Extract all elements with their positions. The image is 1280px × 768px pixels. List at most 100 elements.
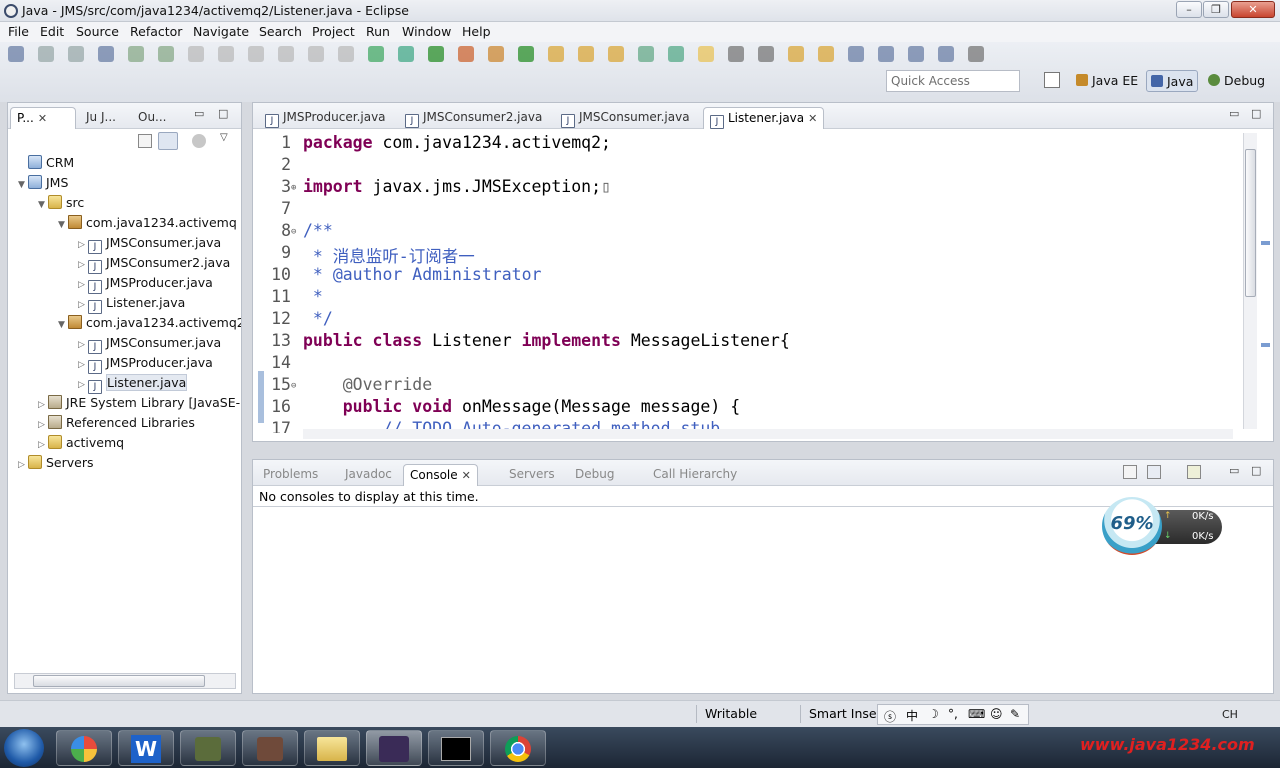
toolbar-icon[interactable] xyxy=(788,46,804,62)
scrollbar-thumb[interactable] xyxy=(33,675,205,687)
fold-toggle-icon[interactable]: ⊕ xyxy=(291,183,296,193)
maximize-view-icon[interactable]: □ xyxy=(218,107,228,120)
toolbar-icon[interactable] xyxy=(158,46,174,62)
tree-item[interactable]: ▼ src xyxy=(38,193,84,213)
tree-toggle-icon[interactable]: ▷ xyxy=(38,435,48,455)
tree-toggle-icon[interactable]: ▷ xyxy=(38,395,48,415)
minimize-view-icon[interactable]: ▭ xyxy=(1229,107,1239,120)
toolbar-icon[interactable] xyxy=(98,46,114,62)
tree-item[interactable]: ▷ J JMSConsumer.java xyxy=(78,333,221,355)
view-menu-icon[interactable] xyxy=(192,134,206,148)
toolbar-icon[interactable] xyxy=(338,46,354,62)
tree-item[interactable]: ▷ J Listener.java xyxy=(78,293,185,315)
toolbar-icon[interactable] xyxy=(8,46,24,62)
ime-keyboard-icon[interactable]: ⌨ xyxy=(968,707,985,721)
tab-servers[interactable]: Servers xyxy=(503,464,561,486)
start-button[interactable] xyxy=(4,729,44,767)
tree-item[interactable]: ▷ Servers xyxy=(18,453,94,473)
taskbar-app-1[interactable] xyxy=(180,730,236,766)
editor-horizontal-scrollbar[interactable] xyxy=(303,429,1233,439)
tree-toggle-icon[interactable]: ▷ xyxy=(78,295,88,315)
toolbar-icon[interactable] xyxy=(188,46,204,62)
toolbar-icon[interactable] xyxy=(218,46,234,62)
taskbar-app-photos[interactable] xyxy=(56,730,112,766)
menu-run[interactable]: Run xyxy=(366,24,390,39)
menu-window[interactable]: Window xyxy=(402,24,451,39)
minimize-view-icon[interactable]: ▭ xyxy=(194,107,204,120)
tree-item[interactable]: ▷ J JMSProducer.java xyxy=(78,353,213,375)
tree-toggle-icon[interactable]: ▷ xyxy=(38,415,48,435)
tree-item[interactable]: ▷ J Listener.java xyxy=(78,373,188,394)
close-icon[interactable]: ✕ xyxy=(808,112,817,125)
toolbar-icon[interactable] xyxy=(548,46,564,62)
toolbar-icon[interactable] xyxy=(878,46,894,62)
toolbar-icon[interactable] xyxy=(818,46,834,62)
tree-item[interactable]: ▷ activemq xyxy=(38,433,124,453)
tab-package-explorer[interactable]: P... ✕ xyxy=(10,107,76,129)
tree-item[interactable]: ▷ J JMSConsumer2.java xyxy=(78,253,230,274)
tab-console[interactable]: Console ✕ xyxy=(403,464,478,486)
toolbar-icon[interactable] xyxy=(578,46,594,62)
tree-item[interactable]: ▷ J JMSProducer.java xyxy=(78,273,213,294)
taskbar-eclipse[interactable] xyxy=(366,730,422,766)
menu-project[interactable]: Project xyxy=(312,24,355,39)
toolbar-icon[interactable] xyxy=(728,46,744,62)
perspective-java[interactable]: Java xyxy=(1146,70,1199,92)
tree-toggle-icon[interactable]: ▷ xyxy=(78,335,88,355)
menu-navigate[interactable]: Navigate xyxy=(193,24,249,39)
toolbar-icon[interactable] xyxy=(428,46,444,62)
code-area[interactable]: 1 package com.java1234.activemq2; 2 3 ⊕ impor… xyxy=(253,129,1243,433)
toolbar-icon[interactable] xyxy=(488,46,504,62)
tree-toggle-icon[interactable]: ▷ xyxy=(78,235,88,255)
quick-access-input[interactable]: Quick Access xyxy=(886,70,1020,92)
minimize-button[interactable]: – xyxy=(1176,1,1202,18)
ime-toolbar[interactable]: ⓢ 中 ☽ °, ⌨ ☺ ✎ xyxy=(877,704,1029,725)
ime-user-icon[interactable]: ☺ xyxy=(990,707,1003,721)
ime-logo-icon[interactable]: ⓢ xyxy=(884,708,896,725)
tab-jmsconsumer2[interactable]: J JMSConsumer2.java xyxy=(399,107,548,129)
toolbar-icon[interactable] xyxy=(38,46,54,62)
toolbar-icon[interactable] xyxy=(128,46,144,62)
toolbar-icon[interactable] xyxy=(668,46,684,62)
tab-javadoc[interactable]: Javadoc xyxy=(339,464,398,486)
tree-toggle-icon[interactable]: ▼ xyxy=(58,315,68,335)
menu-search[interactable]: Search xyxy=(259,24,302,39)
menu-refactor[interactable]: Refactor xyxy=(130,24,182,39)
link-with-editor-icon[interactable] xyxy=(158,132,178,150)
tab-jmsconsumer[interactable]: J JMSConsumer.java xyxy=(555,107,696,129)
perspective-java-ee[interactable]: Java EE xyxy=(1072,70,1142,92)
scrollbar-thumb[interactable] xyxy=(1245,149,1256,297)
open-console-icon[interactable] xyxy=(1123,465,1137,479)
tab-listener[interactable]: J Listener.java ✕ xyxy=(703,107,825,129)
tree-item[interactable]: ▼ JMS xyxy=(18,173,68,193)
toolbar-icon[interactable] xyxy=(68,46,84,62)
tree-toggle-icon[interactable]: ▷ xyxy=(78,355,88,375)
tree-toggle-icon[interactable]: ▼ xyxy=(38,195,48,215)
tree-item[interactable]: ▼ com.java1234.activemq xyxy=(58,213,237,233)
tab-problems[interactable]: Problems xyxy=(257,464,324,486)
maximize-view-icon[interactable]: □ xyxy=(1251,107,1261,120)
toolbar-icon[interactable] xyxy=(398,46,414,62)
taskbar-app-2[interactable] xyxy=(242,730,298,766)
taskbar-cmd[interactable] xyxy=(428,730,484,766)
display-console-icon[interactable] xyxy=(1147,465,1161,479)
ime-punct-icon[interactable]: °, xyxy=(948,707,958,721)
maximize-button[interactable]: ❐ xyxy=(1203,1,1229,18)
chevron-down-icon[interactable]: ▽ xyxy=(220,132,228,143)
ruler-mark[interactable] xyxy=(1261,343,1270,347)
open-perspective-icon[interactable] xyxy=(1044,72,1060,88)
toolbar-icon[interactable] xyxy=(608,46,624,62)
menu-file[interactable]: File xyxy=(8,24,29,39)
toolbar-icon[interactable] xyxy=(758,46,774,62)
tree-item[interactable]: ▼ com.java1234.activemq2 xyxy=(58,313,241,333)
toolbar-icon[interactable] xyxy=(518,46,534,62)
ime-chinese-icon[interactable]: 中 xyxy=(906,707,918,724)
vertical-scrollbar[interactable] xyxy=(1243,133,1257,429)
toolbar-icon[interactable] xyxy=(458,46,474,62)
close-icon[interactable]: ✕ xyxy=(38,112,47,125)
minimize-view-icon[interactable]: ▭ xyxy=(1229,464,1239,477)
tab-outline[interactable]: Ou... xyxy=(132,107,173,129)
taskbar-app-wps[interactable]: W xyxy=(118,730,174,766)
toolbar-icon[interactable] xyxy=(908,46,924,62)
ime-moon-icon[interactable]: ☽ xyxy=(928,707,939,721)
